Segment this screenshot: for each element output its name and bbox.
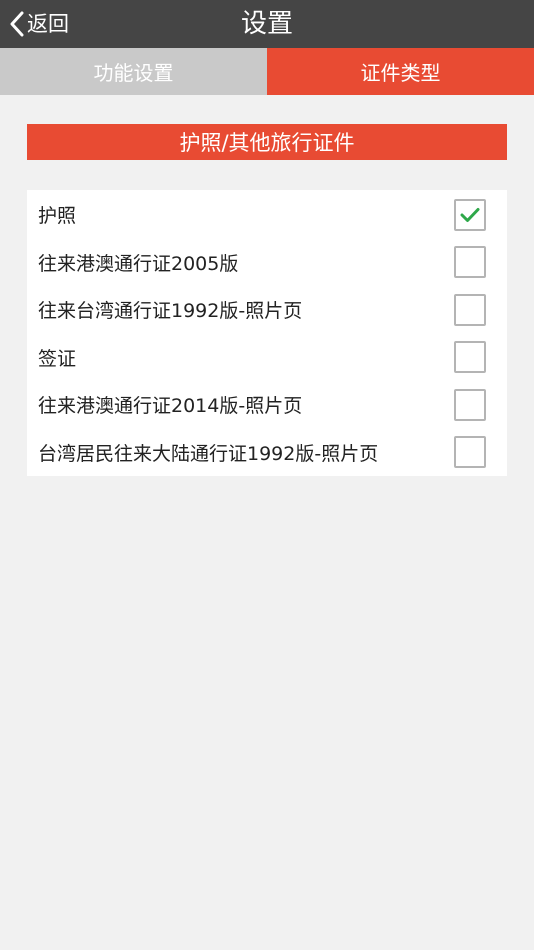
- list-item-taiwan-permit-1992[interactable]: 往来台湾通行证1992版-照片页: [27, 286, 507, 334]
- top-bar: 返回 设置: [0, 0, 534, 48]
- back-label: 返回: [27, 12, 69, 36]
- chevron-left-icon: [10, 11, 24, 37]
- list-item-passport[interactable]: 护照: [27, 191, 507, 239]
- section-header: 护照/其他旅行证件: [27, 124, 507, 160]
- tab-bar: 功能设置 证件类型: [0, 48, 534, 95]
- checkbox[interactable]: [454, 293, 486, 326]
- tab-label: 功能设置: [93, 61, 174, 85]
- list-item-visa[interactable]: 签证: [27, 334, 507, 382]
- back-button[interactable]: 返回: [10, 0, 69, 48]
- list-item-taiwan-resident-permit-1992[interactable]: 台湾居民往来大陆通行证1992版-照片页: [27, 429, 507, 477]
- checkbox[interactable]: [454, 341, 486, 374]
- list-item-hk-macau-permit-2005[interactable]: 往来港澳通行证2005版: [27, 239, 507, 287]
- page-title: 设置: [240, 9, 293, 39]
- list-item-label: 台湾居民往来大陆通行证1992版-照片页: [38, 442, 379, 465]
- tab-label: 证件类型: [360, 61, 441, 85]
- checkbox[interactable]: [454, 246, 486, 279]
- list-item-label: 往来港澳通行证2014版-照片页: [38, 395, 303, 418]
- list-item-label: 签证: [38, 347, 77, 370]
- checkmark-icon: [460, 207, 480, 222]
- list-item-label: 往来台湾通行证1992版-照片页: [38, 300, 303, 323]
- list-item-label: 护照: [38, 205, 77, 228]
- section-title: 护照/其他旅行证件: [179, 131, 355, 155]
- tab-document-type[interactable]: 证件类型: [267, 48, 534, 95]
- document-type-list: 护照 往来港澳通行证2005版 往来台湾通行证1992版-照片页 签证 往来港澳…: [27, 190, 507, 476]
- checkbox[interactable]: [454, 436, 486, 469]
- checkbox[interactable]: [454, 198, 486, 231]
- tab-function-settings[interactable]: 功能设置: [0, 48, 267, 95]
- list-item-label: 往来港澳通行证2005版: [38, 252, 239, 275]
- list-item-hk-macau-permit-2014[interactable]: 往来港澳通行证2014版-照片页: [27, 381, 507, 429]
- checkbox[interactable]: [454, 388, 486, 421]
